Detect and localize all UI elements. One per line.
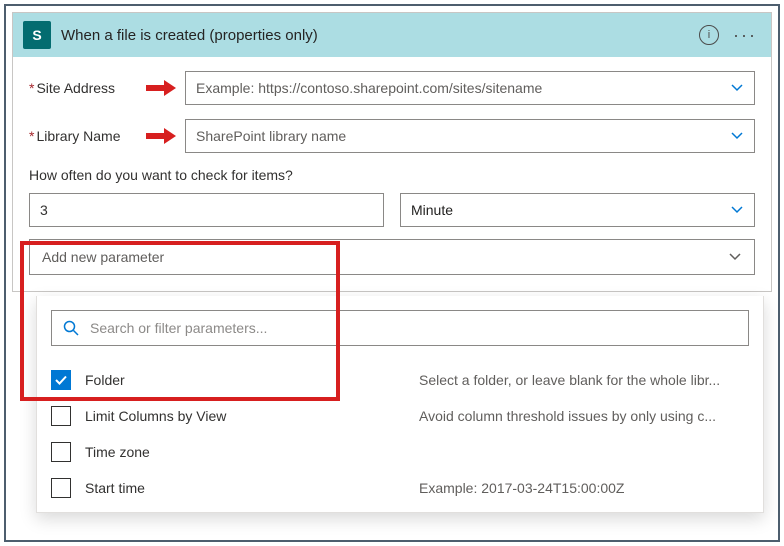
param-desc: Select a folder, or leave blank for the … xyxy=(419,372,749,388)
site-address-placeholder: Example: https://contoso.sharepoint.com/… xyxy=(196,80,542,96)
site-address-dropdown[interactable]: Example: https://contoso.sharepoint.com/… xyxy=(185,71,755,105)
card-body: *Site Address Example: https://contoso.s… xyxy=(13,57,771,291)
interval-value: 3 xyxy=(40,202,48,218)
param-checkbox[interactable] xyxy=(51,406,71,426)
right-arrow-icon xyxy=(144,78,178,98)
param-item-limit-columns[interactable]: Limit Columns by View Avoid column thres… xyxy=(51,398,749,434)
more-menu-icon[interactable]: ··· xyxy=(729,25,761,46)
frequency-row: 3 Minute xyxy=(29,193,755,227)
card-header[interactable]: S When a file is created (properties onl… xyxy=(13,13,771,57)
search-icon xyxy=(62,319,80,337)
param-item-folder[interactable]: Folder Select a folder, or leave blank f… xyxy=(51,362,749,398)
info-icon[interactable]: i xyxy=(699,25,719,45)
annotation-arrow xyxy=(137,78,185,98)
param-item-start-time[interactable]: Start time Example: 2017-03-24T15:00:00Z xyxy=(51,470,749,506)
right-arrow-icon xyxy=(144,126,178,146)
site-address-row: *Site Address Example: https://contoso.s… xyxy=(29,71,755,105)
param-desc: Example: 2017-03-24T15:00:00Z xyxy=(419,480,749,496)
chevron-down-icon xyxy=(730,203,744,217)
parameter-search-input[interactable]: Search or filter parameters... xyxy=(51,310,749,346)
param-item-time-zone[interactable]: Time zone xyxy=(51,434,749,470)
screenshot-frame: S When a file is created (properties onl… xyxy=(4,4,780,542)
library-name-row: *Library Name SharePoint library name xyxy=(29,119,755,153)
add-parameter-label: Add new parameter xyxy=(42,249,164,265)
library-name-placeholder: SharePoint library name xyxy=(196,128,346,144)
chevron-down-icon xyxy=(730,129,744,143)
library-name-dropdown[interactable]: SharePoint library name xyxy=(185,119,755,153)
param-desc: Avoid column threshold issues by only us… xyxy=(419,408,749,424)
search-placeholder: Search or filter parameters... xyxy=(90,320,738,336)
parameters-popup: Search or filter parameters... Folder Se… xyxy=(36,296,764,513)
check-icon xyxy=(54,373,68,387)
card-title: When a file is created (properties only) xyxy=(61,27,318,44)
interval-input[interactable]: 3 xyxy=(29,193,384,227)
library-name-label: *Library Name xyxy=(29,128,137,144)
parameters-list: Folder Select a folder, or leave blank f… xyxy=(51,362,749,506)
add-parameter-dropdown[interactable]: Add new parameter xyxy=(29,239,755,275)
param-label: Start time xyxy=(85,480,405,496)
param-checkbox[interactable] xyxy=(51,478,71,498)
unit-value: Minute xyxy=(411,202,453,218)
param-label: Time zone xyxy=(85,444,405,460)
site-address-label: *Site Address xyxy=(29,80,137,96)
param-checkbox[interactable] xyxy=(51,442,71,462)
trigger-card: S When a file is created (properties onl… xyxy=(12,12,772,292)
chevron-down-icon xyxy=(730,81,744,95)
param-checkbox[interactable] xyxy=(51,370,71,390)
chevron-down-icon xyxy=(728,250,742,264)
sharepoint-icon-letter: S xyxy=(32,27,41,43)
frequency-label: How often do you want to check for items… xyxy=(29,167,755,183)
annotation-arrow xyxy=(137,126,185,146)
param-label: Folder xyxy=(85,372,405,388)
sharepoint-icon: S xyxy=(23,21,51,49)
param-label: Limit Columns by View xyxy=(85,408,405,424)
unit-dropdown[interactable]: Minute xyxy=(400,193,755,227)
